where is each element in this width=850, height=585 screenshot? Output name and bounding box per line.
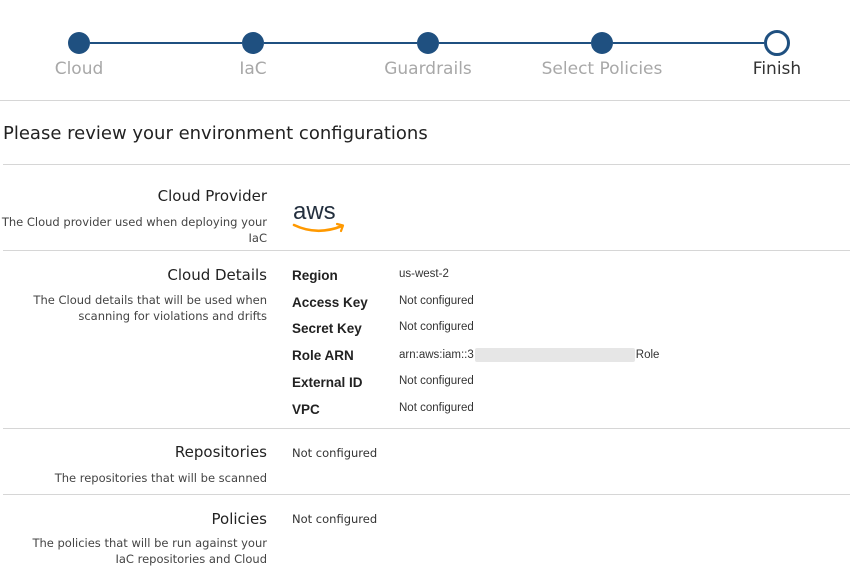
- step-iac-dot[interactable]: [242, 32, 264, 54]
- step-connector: [613, 42, 764, 44]
- divider: [3, 428, 850, 429]
- wizard-stepper: Cloud IaC Guardrails Select Policies Fin…: [0, 0, 850, 101]
- cloud-details-description: The Cloud details that will be used when…: [33, 293, 267, 323]
- role-arn-prefix: arn:aws:iam::3: [399, 349, 474, 362]
- repositories-value: Not configured: [292, 446, 378, 460]
- access-key-value: Not configured: [399, 295, 474, 307]
- step-select-policies-dot[interactable]: [591, 32, 613, 54]
- role-arn-label: Role ARN: [292, 348, 354, 363]
- region-value: us-west-2: [399, 268, 449, 280]
- repositories-title: Repositories: [174, 443, 267, 461]
- aws-logo-text: aws: [293, 198, 336, 225]
- aws-logo-icon: aws: [292, 198, 345, 233]
- step-iac-label[interactable]: IaC: [239, 59, 266, 79]
- cloud-provider-description: The Cloud provider used when deploying y…: [1, 215, 267, 245]
- step-finish-label: Finish: [752, 59, 802, 79]
- cloud-details-title: Cloud Details: [167, 266, 267, 284]
- policies-description: The policies that will be run against yo…: [32, 536, 267, 566]
- step-cloud-label[interactable]: Cloud: [55, 59, 104, 79]
- page-title: Please review your environment configura…: [3, 123, 428, 144]
- divider: [3, 164, 850, 165]
- external-id-value: Not configured: [399, 375, 474, 387]
- vpc-label: VPC: [292, 402, 320, 417]
- divider: [3, 494, 850, 495]
- step-connector: [264, 42, 417, 44]
- secret-key-label: Secret Key: [292, 321, 362, 336]
- repositories-description: The repositories that will be scanned: [54, 471, 267, 485]
- step-connector: [90, 42, 242, 44]
- redacted-block: [474, 348, 635, 362]
- secret-key-value: Not configured: [399, 321, 474, 333]
- step-guardrails-label[interactable]: Guardrails: [384, 59, 472, 79]
- access-key-label: Access Key: [292, 295, 368, 310]
- divider: [3, 250, 850, 251]
- cloud-provider-title: Cloud Provider: [157, 187, 267, 205]
- role-arn-suffix: Role: [635, 349, 660, 362]
- policies-title: Policies: [211, 510, 267, 528]
- step-connector: [439, 42, 591, 44]
- role-arn-value: arn:aws:iam::3 Role: [399, 348, 659, 362]
- policies-value: Not configured: [292, 512, 378, 526]
- region-label: Region: [292, 268, 338, 283]
- external-id-label: External ID: [292, 375, 363, 390]
- step-finish-dot: [764, 30, 790, 56]
- vpc-value: Not configured: [399, 402, 474, 414]
- step-select-policies-label[interactable]: Select Policies: [542, 59, 663, 79]
- step-guardrails-dot[interactable]: [417, 32, 439, 54]
- step-cloud-dot[interactable]: [68, 32, 90, 54]
